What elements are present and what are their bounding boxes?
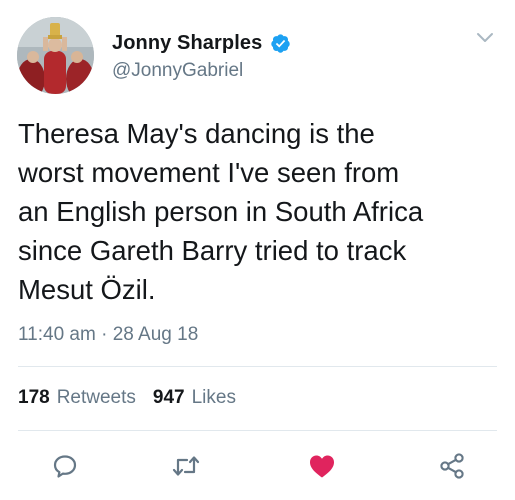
share-button[interactable]: [432, 446, 472, 486]
share-icon: [440, 453, 464, 479]
author-handle[interactable]: @JonnyGabriel: [112, 60, 243, 82]
likes-label: Likes: [191, 387, 236, 408]
reply-icon: [53, 455, 77, 478]
tweet-text: Theresa May's dancing is the worst movem…: [18, 118, 424, 305]
tweet-actions: [0, 446, 515, 486]
divider: [18, 430, 497, 431]
chevron-down-icon[interactable]: [475, 30, 495, 46]
tweet-timestamp[interactable]: 11:40 am · 28 Aug 18: [18, 324, 198, 346]
author-name-row[interactable]: Jonny Sharples: [112, 30, 291, 56]
heart-icon: [310, 455, 334, 478]
retweets-label: Retweets: [56, 387, 136, 408]
tweet-card: Jonny Sharples @JonnyGabriel Theresa May…: [0, 0, 515, 500]
reply-button[interactable]: [45, 446, 85, 486]
like-button[interactable]: [302, 446, 342, 486]
avatar-image: [17, 17, 94, 94]
retweet-icon: [172, 456, 200, 476]
avatar[interactable]: [17, 17, 94, 94]
likes-count: 947: [152, 387, 185, 408]
tweet-stats: 178 Retweets 947 Likes: [18, 387, 236, 409]
retweet-button[interactable]: [166, 446, 206, 486]
likes-stat[interactable]: 947 Likes: [153, 387, 236, 409]
verified-badge-icon: [270, 33, 291, 54]
retweets-stat[interactable]: 178 Retweets: [18, 387, 136, 409]
author-name[interactable]: Jonny Sharples: [112, 32, 262, 55]
divider: [18, 366, 497, 367]
retweets-count: 178: [18, 387, 50, 408]
